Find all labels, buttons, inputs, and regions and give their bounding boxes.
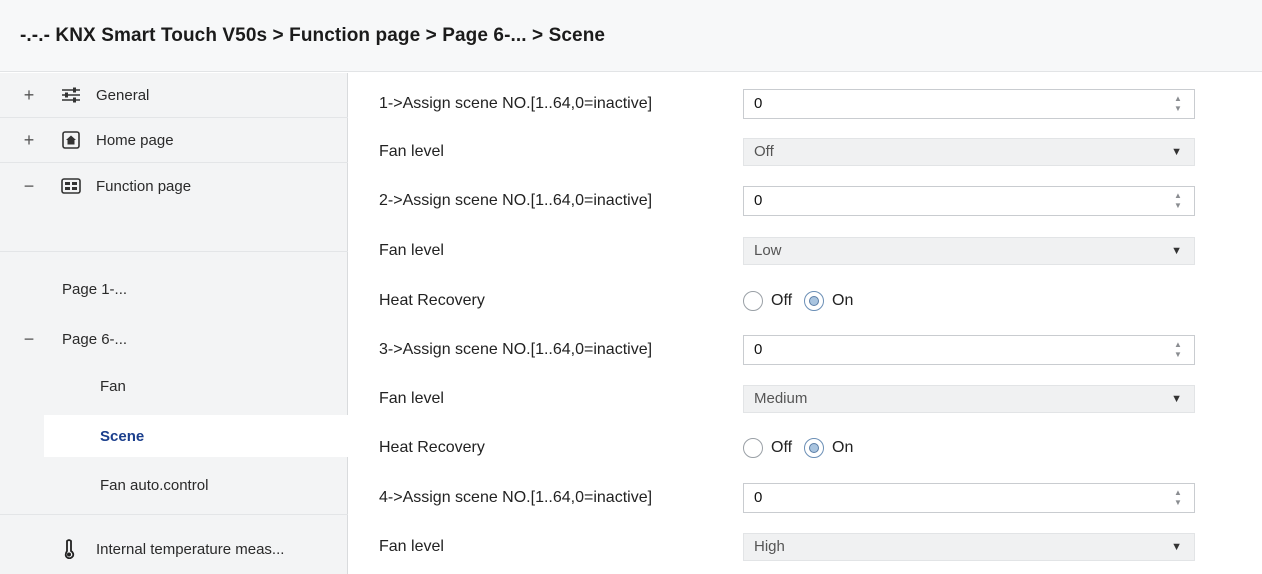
sliders-icon	[60, 84, 82, 106]
param-row: 2->Assign scene NO.[1..64,0=inactive] 0 …	[349, 179, 1262, 223]
chevron-down-icon[interactable]: ▼	[1171, 139, 1182, 165]
sidebar-item-function-page[interactable]: − Function page	[0, 163, 348, 209]
radio-on[interactable]: On	[804, 438, 853, 458]
param-label: Heat Recovery	[379, 439, 485, 456]
collapse-icon[interactable]: −	[22, 176, 36, 197]
sidebar-item-label: Fan	[100, 377, 126, 395]
spin-arrows-icon[interactable]: ▲ ▼	[1174, 340, 1184, 360]
param-row: 1->Assign scene NO.[1..64,0=inactive] 0 …	[349, 82, 1262, 126]
heat-recovery-2-radio-group: Off On	[743, 286, 865, 316]
sidebar-item-home-page[interactable]: + Home page	[0, 118, 348, 162]
sidebar-item-label: Internal temperature meas...	[96, 540, 285, 558]
chevron-down-icon[interactable]: ▼	[1171, 386, 1182, 412]
breadcrumb: -.-.- KNX Smart Touch V50s > Function pa…	[20, 24, 606, 46]
thermometer-icon	[58, 538, 80, 560]
spin-arrows-icon[interactable]: ▲ ▼	[1174, 191, 1184, 211]
collapse-icon[interactable]: −	[22, 329, 36, 350]
sidebar-item-page-6[interactable]: − Page 6-...	[0, 319, 348, 359]
spin-arrows-icon[interactable]: ▲ ▼	[1174, 488, 1184, 508]
sidebar-item-label: Home page	[96, 131, 174, 149]
param-label: Fan level	[379, 390, 444, 407]
spin-arrows-icon[interactable]: ▲ ▼	[1174, 94, 1184, 114]
radio-selected-icon[interactable]	[804, 438, 825, 458]
param-row: Heat Recovery Off On	[349, 279, 1262, 323]
sidebar-item-scene[interactable]: Scene	[44, 415, 349, 457]
expand-icon[interactable]: +	[22, 85, 36, 106]
sidebar-item-internal-temperature[interactable]: Internal temperature meas...	[0, 529, 348, 569]
radio-off[interactable]: Off	[743, 291, 792, 311]
param-label: 1->Assign scene NO.[1..64,0=inactive]	[379, 95, 653, 112]
fan-level-4-select[interactable]: High ▼	[743, 533, 1195, 561]
radio-icon[interactable]	[743, 291, 763, 311]
param-label: 3->Assign scene NO.[1..64,0=inactive]	[379, 341, 653, 358]
fan-level-1-select[interactable]: Off ▼	[743, 138, 1195, 166]
param-row: Fan level High ▼	[349, 525, 1262, 569]
sidebar-item-page-1[interactable]: Page 1-...	[0, 269, 348, 309]
radio-off[interactable]: Off	[743, 438, 792, 458]
divider	[0, 251, 348, 252]
grid-icon	[60, 175, 82, 197]
param-row: 4->Assign scene NO.[1..64,0=inactive] 0 …	[349, 476, 1262, 520]
fan-level-3-select[interactable]: Medium ▼	[743, 385, 1195, 413]
scene-4-number-input[interactable]: 0 ▲ ▼	[743, 483, 1195, 513]
sidebar-item-label: Page 6-...	[62, 330, 128, 348]
sidebar-item-general[interactable]: + General	[0, 73, 348, 117]
sidebar-item-fan-auto-control[interactable]: Fan auto.control	[0, 465, 348, 505]
sidebar-item-label: Page 1-...	[62, 280, 128, 298]
radio-selected-icon[interactable]	[804, 291, 825, 311]
param-label: Fan level	[379, 143, 444, 160]
param-row: Fan level Low ▼	[349, 229, 1262, 273]
divider	[0, 514, 348, 515]
home-icon	[60, 129, 82, 151]
param-label: Fan level	[379, 538, 444, 555]
sidebar-item-label: Scene	[100, 427, 145, 445]
scene-1-number-input[interactable]: 0 ▲ ▼	[743, 89, 1195, 119]
chevron-down-icon[interactable]: ▼	[1171, 534, 1182, 560]
fan-level-2-select[interactable]: Low ▼	[743, 237, 1195, 265]
param-label: 4->Assign scene NO.[1..64,0=inactive]	[379, 489, 653, 506]
param-row: Fan level Medium ▼	[349, 377, 1262, 421]
param-label: 2->Assign scene NO.[1..64,0=inactive]	[379, 192, 653, 209]
param-label: Fan level	[379, 242, 444, 259]
sidebar-item-fan[interactable]: Fan	[0, 366, 348, 406]
param-row: 3->Assign scene NO.[1..64,0=inactive] 0 …	[349, 328, 1262, 372]
param-label: Heat Recovery	[379, 292, 485, 309]
parameter-panel: 1->Assign scene NO.[1..64,0=inactive] 0 …	[349, 73, 1262, 574]
sidebar: + General + Home page − Function page Pa…	[0, 73, 349, 574]
scene-2-number-input[interactable]: 0 ▲ ▼	[743, 186, 1195, 216]
scene-3-number-input[interactable]: 0 ▲ ▼	[743, 335, 1195, 365]
heat-recovery-3-radio-group: Off On	[743, 433, 865, 463]
breadcrumb-bar: -.-.- KNX Smart Touch V50s > Function pa…	[0, 0, 1262, 72]
expand-icon[interactable]: +	[22, 130, 36, 151]
chevron-down-icon[interactable]: ▼	[1171, 238, 1182, 264]
param-row: Heat Recovery Off On	[349, 426, 1262, 470]
radio-icon[interactable]	[743, 438, 763, 458]
sidebar-item-label: General	[96, 86, 150, 104]
param-row: Fan level Off ▼	[349, 130, 1262, 174]
sidebar-item-label: Fan auto.control	[100, 476, 209, 494]
sidebar-item-label: Function page	[96, 177, 192, 195]
radio-on[interactable]: On	[804, 291, 853, 311]
